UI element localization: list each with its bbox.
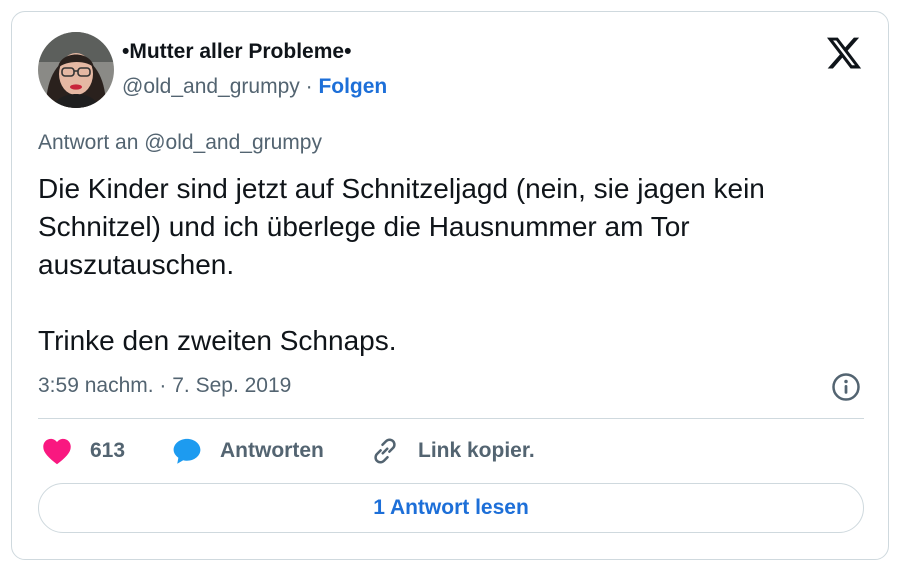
speech-bubble-icon xyxy=(173,438,201,464)
handle-row: @old_and_grumpy · Folgen xyxy=(122,75,387,99)
tweet-card: •Mutter aller Probleme• @old_and_grumpy … xyxy=(11,11,889,560)
heart-icon xyxy=(43,438,71,465)
tweet-paragraph: Trinke den zweiten Schnaps. xyxy=(38,325,397,356)
x-logo-icon[interactable] xyxy=(825,34,863,72)
tweet-timestamp[interactable]: 3:59 nachm. · 7. Sep. 2019 xyxy=(38,374,291,398)
like-button[interactable]: 613 xyxy=(42,434,125,468)
tweet-paragraph: Die Kinder sind jetzt auf Schnitzeljagd … xyxy=(38,173,765,280)
handle[interactable]: @old_and_grumpy xyxy=(122,75,300,98)
like-count: 613 xyxy=(90,439,126,462)
divider xyxy=(38,418,864,419)
read-replies-button[interactable]: 1 Antwort lesen xyxy=(38,483,864,533)
avatar-image xyxy=(38,32,114,108)
display-name[interactable]: •Mutter aller Probleme• xyxy=(122,40,351,64)
copy-link-button[interactable]: Link kopier. xyxy=(370,434,535,468)
handle-separator: · xyxy=(299,75,319,98)
link-icon xyxy=(374,438,396,464)
reply-button[interactable]: Antworten xyxy=(172,434,324,468)
tweet-text: Die Kinder sind jetzt auf Schnitzeljagd … xyxy=(38,170,868,360)
copy-link-label: Link kopier. xyxy=(418,439,535,462)
info-icon[interactable] xyxy=(831,372,861,402)
avatar[interactable] xyxy=(38,32,114,108)
follow-link[interactable]: Folgen xyxy=(318,75,387,98)
reply-context[interactable]: Antwort an @old_and_grumpy xyxy=(38,131,322,155)
reply-label: Antworten xyxy=(220,439,324,462)
